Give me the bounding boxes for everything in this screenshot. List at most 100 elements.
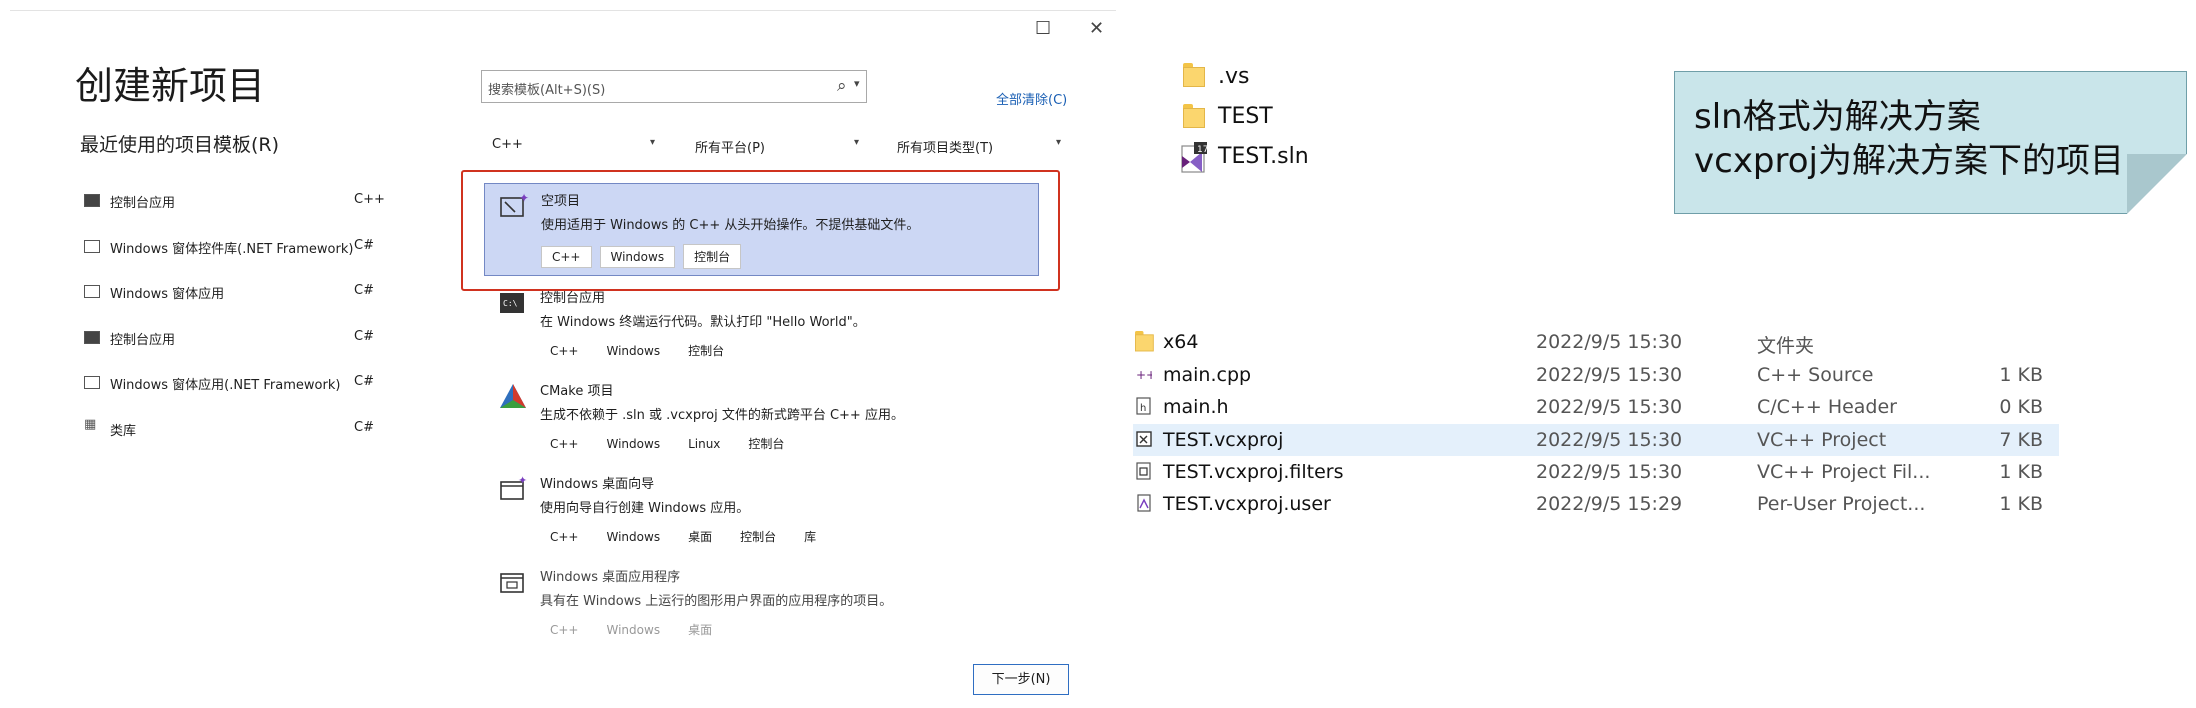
recent-item[interactable]: Windows 窗体应用 C# [84,281,384,309]
file-name: x64 [1163,331,1199,353]
search-placeholder: 搜索模板(Alt+S)(S) [488,83,606,98]
recent-item-lang: C# [354,374,374,389]
file-size: 0 KB [1999,396,2043,418]
winforms-icon [84,240,100,253]
recent-item[interactable]: Windows 窗体应用(.NET Framework) C# [84,372,384,400]
template-name: CMake 项目 [540,384,614,399]
chevron-down-icon: ▾ [650,137,656,148]
page-title: 创建新项目 [75,64,266,108]
template-tags: C++ Windows 控制台 [541,244,749,269]
file-row[interactable]: TEST.vcxproj.user 2022/9/5 15:29 Per-Use… [1133,488,2059,520]
file-type: Per-User Project... [1757,493,1926,515]
file-name: TEST.vcxproj.user [1163,493,1331,515]
callout-folded-corner [2127,154,2187,214]
recent-item-lang: C# [354,238,374,253]
template-cmake-project[interactable]: CMake 项目 生成不依赖于 .sln 或 .vcxproj 文件的新式跨平台… [484,374,1039,456]
chevron-down-icon: ▾ [854,137,860,148]
recent-item[interactable]: ▦ 类库 C# [84,417,384,446]
file-date: 2022/9/5 15:30 [1536,396,1683,418]
tag: 库 [804,530,817,544]
file-size: 1 KB [1999,493,2043,515]
template-desc: 具有在 Windows 上运行的图形用户界面的应用程序的项目。 [540,594,893,609]
next-button[interactable]: 下一步(N) [973,664,1069,695]
file-name-vs[interactable]: .vs [1218,64,1249,89]
recent-item-label: Windows 窗体应用 [110,287,225,302]
template-search-input[interactable]: 搜索模板(Alt+S)(S) ⌕ ▾ [481,70,867,103]
template-name: 空项目 [541,194,581,209]
language-filter-value: C++ [492,137,523,152]
file-row[interactable]: h main.h 2022/9/5 15:30 C/C++ Header 0 K… [1133,391,2059,423]
template-name: Windows 桌面应用程序 [540,570,681,585]
file-date: 2022/9/5 15:29 [1536,493,1683,515]
language-filter[interactable]: C++ ▾ [492,137,662,157]
callout-line-1: sln格式为解决方案 [1694,97,1981,137]
tag: 控制台 [683,244,742,269]
platform-filter-value: 所有平台(P) [695,141,765,156]
template-console-app[interactable]: C:\ 控制台应用 在 Windows 终端运行代码。默认打印 "Hello W… [484,281,1039,363]
recent-item[interactable]: Windows 窗体控件库(.NET Framework) C# [84,236,384,264]
project-type-filter[interactable]: 所有项目类型(T) ▾ [897,137,1067,157]
template-windows-desktop-wizard[interactable]: ✦ Windows 桌面向导 使用向导自行创建 Windows 应用。 C++ W… [484,467,1039,549]
tag: 控制台 [748,437,785,451]
project-type-filter-value: 所有项目类型(T) [897,141,994,156]
tag: 桌面 [688,530,713,544]
recent-item[interactable]: 控制台应用 C# [84,327,384,355]
recent-item-lang: C# [354,283,374,298]
template-empty-project[interactable]: ✦ 空项目 使用适用于 Windows 的 C++ 从头开始操作。不提供基础文件… [484,183,1039,276]
file-name-test[interactable]: TEST [1218,104,1273,129]
window-icon [84,376,100,389]
template-tags: C++ Windows 桌面 [540,618,730,641]
file-row[interactable]: x64 2022/9/5 15:30 文件夹 [1133,326,2059,358]
vcxproj-icon [1136,431,1152,447]
recent-item-lang: C# [354,420,374,435]
library-icon: ▦ [84,417,97,432]
folder-icon [1135,331,1154,352]
recent-item-label: 控制台应用 [110,333,176,348]
file-size: 1 KB [1999,461,2043,483]
cmake-icon [500,384,526,408]
console-app-icon: C:\ [500,293,524,313]
folder-icon [1183,104,1205,128]
tag: Windows [606,530,661,544]
file-row[interactable]: TEST.vcxproj.filters 2022/9/5 15:30 VC++… [1133,456,2059,488]
clear-all-link[interactable]: 全部清除(C) [996,89,1067,108]
tag: C++ [541,246,592,268]
template-windows-desktop-app[interactable]: Windows 桌面应用程序 具有在 Windows 上运行的图形用户界面的应用… [484,560,1039,642]
search-icon[interactable]: ⌕ [837,76,847,96]
desktop-wizard-icon: ✦ [500,475,527,500]
svg-text:✦: ✦ [518,475,527,487]
file-name-sln[interactable]: TEST.sln [1218,144,1309,169]
file-name: TEST.vcxproj.filters [1163,461,1344,483]
recent-item-label: 控制台应用 [110,196,176,211]
recent-item[interactable]: 控制台应用 C++ [84,190,385,218]
tag: 控制台 [688,344,725,358]
close-button[interactable]: ✕ [1089,18,1104,39]
svg-text:++: ++ [1136,368,1152,382]
file-name: main.h [1163,396,1229,418]
tag: Windows [606,437,661,451]
file-date: 2022/9/5 15:30 [1536,364,1683,386]
tag: 桌面 [688,623,713,637]
recent-templates-heading: 最近使用的项目模板(R) [80,134,280,156]
chevron-down-icon[interactable]: ▾ [854,77,860,90]
filters-file-icon [1136,462,1151,480]
tag: Windows [599,246,676,268]
file-row[interactable]: ++ main.cpp 2022/9/5 15:30 C++ Source 1 … [1133,359,2059,391]
tag: C++ [550,437,579,451]
platform-filter[interactable]: 所有平台(P) ▾ [695,137,865,157]
file-date: 2022/9/5 15:30 [1536,429,1683,451]
tag: C++ [550,344,579,358]
maximize-button[interactable]: ☐ [1035,18,1051,39]
recent-item-lang: C# [354,329,374,344]
template-desc: 使用向导自行创建 Windows 应用。 [540,501,750,516]
file-date: 2022/9/5 15:30 [1536,331,1683,353]
file-row-selected[interactable]: TEST.vcxproj 2022/9/5 15:30 VC++ Project… [1133,424,2059,456]
file-type: C++ Source [1757,364,1874,386]
svg-text:17: 17 [1197,145,1208,155]
template-tags: C++ Windows 控制台 [540,339,742,362]
recent-item-lang: C++ [354,192,385,207]
file-type: VC++ Project [1757,429,1887,451]
sln-icon: 17 [1181,142,1208,173]
callout-note: sln格式为解决方案 vcxproj为解决方案下的项目 [1674,71,2187,214]
file-name: TEST.vcxproj [1163,429,1284,451]
